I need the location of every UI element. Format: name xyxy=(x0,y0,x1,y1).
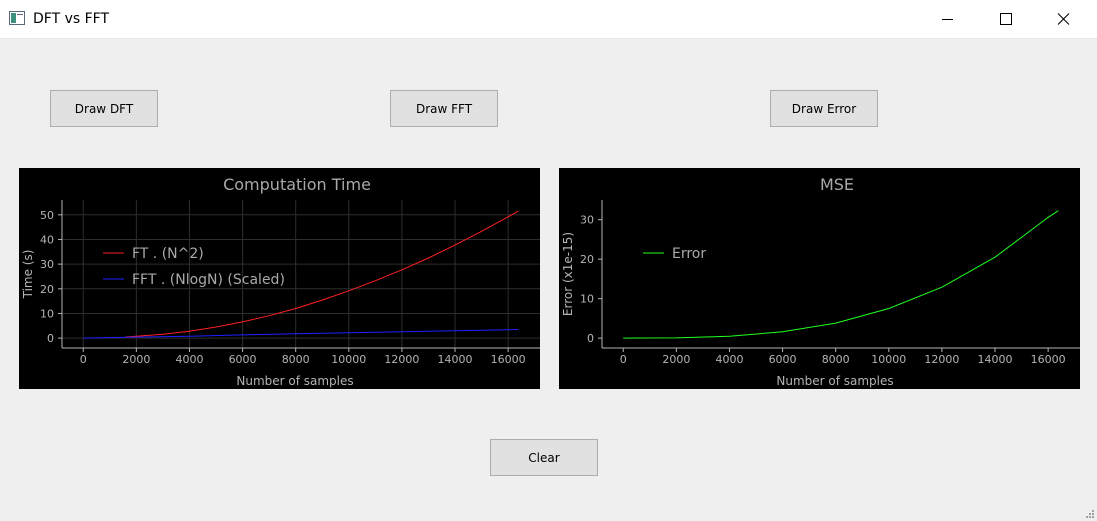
chart-title: MSE xyxy=(820,175,854,194)
y-tick-label: 40 xyxy=(40,233,54,246)
x-tick-label: 8000 xyxy=(282,353,310,366)
y-tick-label: 0 xyxy=(587,332,594,345)
computation-time-chart: 0 2000 4000 6000 8000 10000 12000 14000 16000 0 10… xyxy=(21,175,540,388)
y-axis-label: Time (s) xyxy=(21,250,35,300)
x-tick-label: 12000 xyxy=(384,353,419,366)
x-tick-label: 6000 xyxy=(229,353,257,366)
y-tick-label: 20 xyxy=(40,283,54,296)
x-tick-label: 14000 xyxy=(978,353,1013,366)
y-tick-label: 10 xyxy=(40,307,54,320)
x-tick-label: 2000 xyxy=(662,353,690,366)
window-title: DFT vs FFT xyxy=(33,11,110,27)
title-bar[interactable]: DFT vs FFT xyxy=(0,0,1097,39)
maximize-icon xyxy=(1000,13,1012,25)
y-tick-label: 30 xyxy=(40,258,54,271)
y-axis-label: Error (x1e-15) xyxy=(561,232,575,316)
x-tick-label: 16000 xyxy=(1031,353,1066,366)
mse-plot[interactable]: 0 2000 4000 6000 8000 10000 12000 14000 16000 0 10… xyxy=(559,168,1080,389)
draw-error-button[interactable]: Draw Error xyxy=(770,90,878,127)
close-button[interactable] xyxy=(1035,0,1093,38)
maximize-button[interactable] xyxy=(977,0,1035,38)
legend-label: Error xyxy=(672,246,706,262)
x-tick-label: 8000 xyxy=(822,353,850,366)
x-tick-label: 6000 xyxy=(769,353,797,366)
x-tick-label: 14000 xyxy=(438,353,473,366)
x-axis-label: Number of samples xyxy=(776,374,893,388)
clear-button[interactable]: Clear xyxy=(490,439,598,476)
x-axis-label: Number of samples xyxy=(236,374,353,388)
x-tick-label: 4000 xyxy=(715,353,743,366)
x-tick-label: 10000 xyxy=(331,353,366,366)
mse-chart: 0 2000 4000 6000 8000 10000 12000 14000 16000 0 10… xyxy=(561,175,1080,388)
resize-grip-icon[interactable] xyxy=(1085,509,1095,519)
minimize-icon xyxy=(942,19,953,20)
app-window-icon xyxy=(9,11,25,25)
draw-dft-button[interactable]: Draw DFT xyxy=(50,90,158,127)
x-tick-label: 2000 xyxy=(122,353,150,366)
x-tick-label: 10000 xyxy=(871,353,906,366)
close-icon xyxy=(1057,13,1070,25)
y-tick-label: 50 xyxy=(40,209,54,222)
y-tick-label: 10 xyxy=(580,293,594,306)
minimize-button[interactable] xyxy=(919,0,977,38)
x-tick-label: 12000 xyxy=(924,353,959,366)
chart-title: Computation Time xyxy=(223,175,371,194)
computation-time-plot[interactable]: 0 2000 4000 6000 8000 10000 12000 14000 16000 0 10… xyxy=(19,168,540,389)
x-tick-label: 16000 xyxy=(491,353,526,366)
series-line-2 xyxy=(83,329,519,339)
x-tick-label: 0 xyxy=(80,353,87,366)
legend-label: FFT . (NlogN) (Scaled) xyxy=(132,272,285,288)
y-tick-label: 0 xyxy=(47,332,54,345)
series-line-1 xyxy=(623,210,1059,339)
y-tick-label: 20 xyxy=(580,253,594,266)
x-tick-label: 0 xyxy=(620,353,627,366)
legend-label: FT . (N^2) xyxy=(132,246,204,262)
y-tick-label: 30 xyxy=(580,214,594,227)
draw-fft-button[interactable]: Draw FFT xyxy=(390,90,498,127)
x-tick-label: 4000 xyxy=(175,353,203,366)
